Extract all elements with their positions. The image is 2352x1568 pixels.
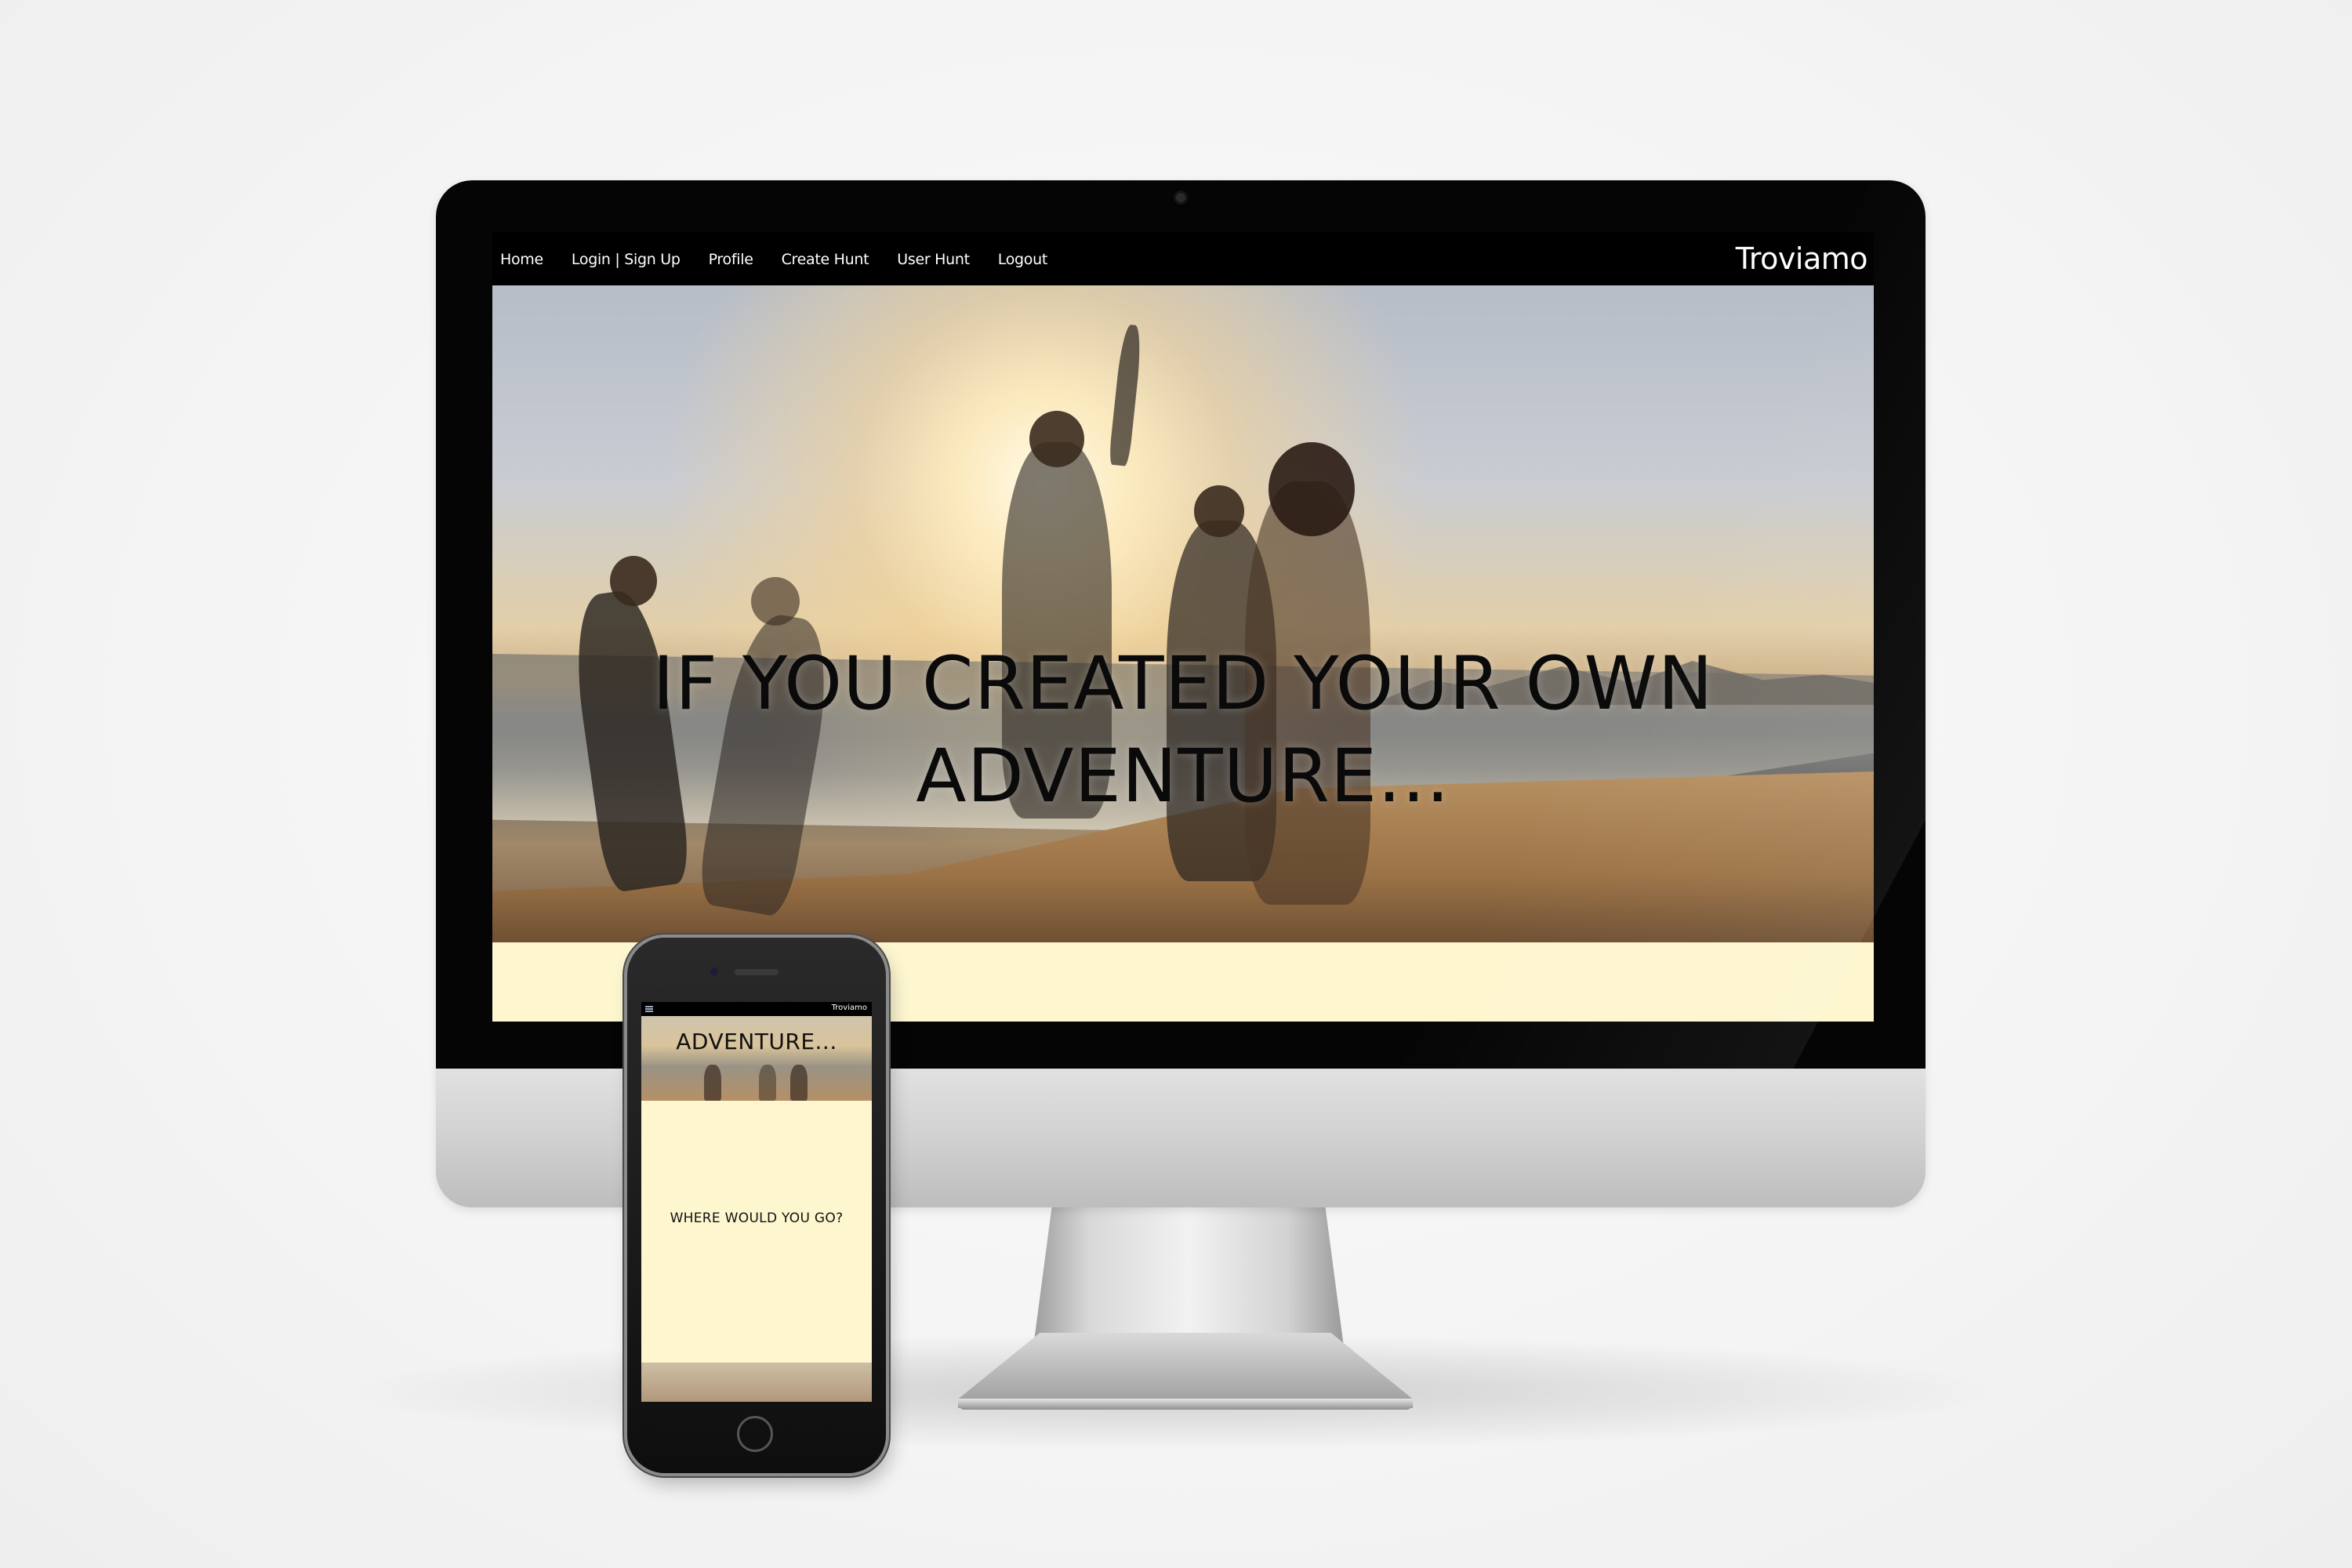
nav-link-logout[interactable]: Logout <box>998 251 1048 268</box>
mobile-footer-image <box>641 1363 872 1402</box>
nav-link-profile[interactable]: Profile <box>709 251 753 268</box>
hamburger-menu-icon[interactable] <box>645 1006 653 1012</box>
top-nav: Home Login | Sign Up Profile Create Hunt… <box>492 232 1874 285</box>
nav-link-home[interactable]: Home <box>500 251 543 268</box>
phone-speaker <box>735 969 779 975</box>
hero-person-3-head <box>1029 411 1084 467</box>
desktop-website: Home Login | Sign Up Profile Create Hunt… <box>492 232 1874 1022</box>
hero-banner: IF YOU CREATED YOUR OWN ADVENTURE... <box>492 285 1874 942</box>
mobile-hero-person <box>759 1065 776 1101</box>
mobile-hero: ADVENTURE... <box>641 1016 872 1101</box>
mockup-stage: Home Login | Sign Up Profile Create Hunt… <box>0 0 2352 1568</box>
nav-links: Home Login | Sign Up Profile Create Hunt… <box>500 251 1047 268</box>
hero-person-5-head <box>1269 442 1355 536</box>
hero-person-3-arm <box>1108 324 1144 466</box>
phone-camera-icon <box>710 967 718 975</box>
hero-headline-line-2: ADVENTURE... <box>916 734 1450 819</box>
hero-headline-line-1: IF YOU CREATED YOUR OWN <box>652 641 1714 727</box>
nav-link-login-signup[interactable]: Login | Sign Up <box>572 251 681 268</box>
imac-stand-foot <box>958 1333 1413 1408</box>
nav-link-user-hunt[interactable]: User Hunt <box>897 251 970 268</box>
imac-bezel: Home Login | Sign Up Profile Create Hunt… <box>436 180 1926 1069</box>
mobile-hero-person <box>704 1065 721 1101</box>
mobile-website: Troviamo ADVENTURE... WHERE WOULD YOU GO… <box>641 1002 872 1402</box>
hero-person-4-head <box>1194 485 1244 537</box>
mobile-brand-logo[interactable]: Troviamo <box>832 1004 867 1012</box>
hero-headline: IF YOU CREATED YOUR OWN ADVENTURE... <box>492 638 1874 823</box>
brand-logo[interactable]: Troviamo <box>1736 241 1868 276</box>
mobile-nav: Troviamo <box>641 1002 872 1016</box>
hero-person-1-head <box>610 556 657 606</box>
hero-person-2-head <box>751 577 800 626</box>
mobile-hero-person <box>790 1065 808 1101</box>
mobile-hero-headline: ADVENTURE... <box>676 1029 837 1054</box>
camera-icon <box>1176 193 1185 202</box>
mobile-question-text: WHERE WOULD YOU GO? <box>670 1210 844 1226</box>
home-button[interactable] <box>737 1416 773 1452</box>
imac-stand-foot-edge <box>958 1399 1413 1410</box>
imac-stand-neck <box>1033 1206 1344 1347</box>
nav-link-create-hunt[interactable]: Create Hunt <box>782 251 869 268</box>
iphone-device: Troviamo ADVENTURE... WHERE WOULD YOU GO… <box>627 938 886 1473</box>
